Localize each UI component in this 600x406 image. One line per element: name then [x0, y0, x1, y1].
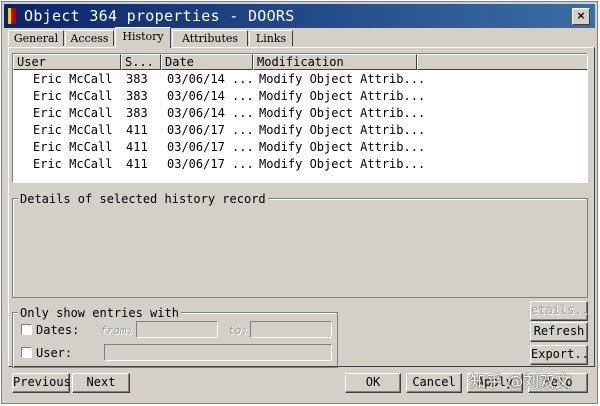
cancel-button[interactable]: Cancel: [406, 373, 462, 393]
cell-user: Eric McCall: [33, 157, 113, 171]
cell-modification: Modify Object Attrib...: [259, 106, 426, 120]
details-button[interactable]: etails..: [530, 301, 588, 321]
column-header-modification[interactable]: Modification: [253, 54, 417, 70]
cell-date: 03/06/17 ...: [167, 140, 254, 154]
cell-user: Eric McCall: [33, 89, 113, 103]
table-row[interactable]: Eric McCall 411 03/06/17 ... Modify Obje…: [13, 156, 587, 173]
cell-date: 03/06/17 ...: [167, 123, 254, 137]
cell-date: 03/06/17 ...: [167, 157, 254, 171]
cell-modification: Modify Object Attrib...: [259, 140, 426, 154]
cell-user: Eric McCall: [33, 123, 113, 137]
cell-date: 03/06/14 ...: [167, 106, 254, 120]
title-bar[interactable]: Object 364 properties - DOORS ×: [4, 4, 595, 28]
history-list[interactable]: User S... Date Modification Eric McCall …: [12, 53, 588, 183]
column-header-date[interactable]: Date: [161, 54, 253, 70]
table-row[interactable]: Eric McCall 383 03/06/14 ... Modify Obje…: [13, 71, 587, 88]
table-row[interactable]: Eric McCall 383 03/06/14 ... Modify Obje…: [13, 88, 587, 105]
cell-modification: Modify Object Attrib...: [259, 72, 426, 86]
refresh-button[interactable]: Refresh: [530, 322, 588, 342]
to-label: to:: [228, 324, 248, 337]
cell-sequence: 383: [126, 72, 148, 86]
cell-modification: Modify Object Attrib...: [259, 123, 426, 137]
cell-user: Eric McCall: [33, 140, 113, 154]
user-checkbox[interactable]: [21, 347, 32, 358]
ok-button[interactable]: OK: [345, 373, 401, 393]
cell-user: Eric McCall: [33, 106, 113, 120]
cell-sequence: 383: [126, 89, 148, 103]
doors-app-icon: [8, 8, 16, 24]
dates-label: Dates:: [36, 323, 80, 337]
from-label: from:: [100, 324, 134, 337]
cell-sequence: 411: [126, 157, 148, 171]
filter-group-label: Only show entries with: [18, 306, 181, 320]
table-row[interactable]: Eric McCall 411 03/06/17 ... Modify Obje…: [13, 139, 587, 156]
tab-history[interactable]: History: [115, 27, 171, 48]
to-date-field[interactable]: [250, 321, 332, 338]
table-row[interactable]: Eric McCall 411 03/06/17 ... Modify Obje…: [13, 122, 587, 139]
cell-modification: Modify Object Attrib...: [259, 89, 426, 103]
previous-button[interactable]: Previous: [12, 373, 70, 393]
user-field[interactable]: [104, 344, 332, 361]
cell-date: 03/06/14 ...: [167, 72, 254, 86]
cell-sequence: 411: [126, 123, 148, 137]
column-header-filler: [417, 54, 587, 70]
tab-general[interactable]: General: [8, 30, 64, 46]
from-date-field[interactable]: [136, 321, 218, 338]
tab-links[interactable]: Links: [249, 30, 293, 46]
dates-checkbox[interactable]: [21, 324, 32, 335]
export-button[interactable]: Export...: [530, 345, 588, 365]
details-group: [12, 198, 588, 298]
cell-sequence: 383: [126, 106, 148, 120]
close-button[interactable]: ×: [572, 8, 590, 25]
cell-user: Eric McCall: [33, 72, 113, 86]
column-header-user[interactable]: User: [13, 54, 121, 70]
tab-access[interactable]: Access: [65, 30, 114, 46]
window-title: Object 364 properties - DOORS: [24, 7, 295, 25]
watermark-text: 知乎 @刘双文: [470, 372, 572, 391]
tab-attributes[interactable]: Attributes: [172, 30, 248, 46]
table-row[interactable]: Eric McCall 383 03/06/14 ... Modify Obje…: [13, 105, 587, 122]
user-label: User:: [36, 346, 73, 360]
next-button[interactable]: Next: [72, 373, 130, 393]
cell-sequence: 411: [126, 140, 148, 154]
cell-date: 03/06/14 ...: [167, 89, 254, 103]
details-group-label: Details of selected history record: [18, 192, 268, 206]
cell-modification: Modify Object Attrib...: [259, 157, 426, 171]
column-header-sequence[interactable]: S...: [121, 54, 161, 70]
